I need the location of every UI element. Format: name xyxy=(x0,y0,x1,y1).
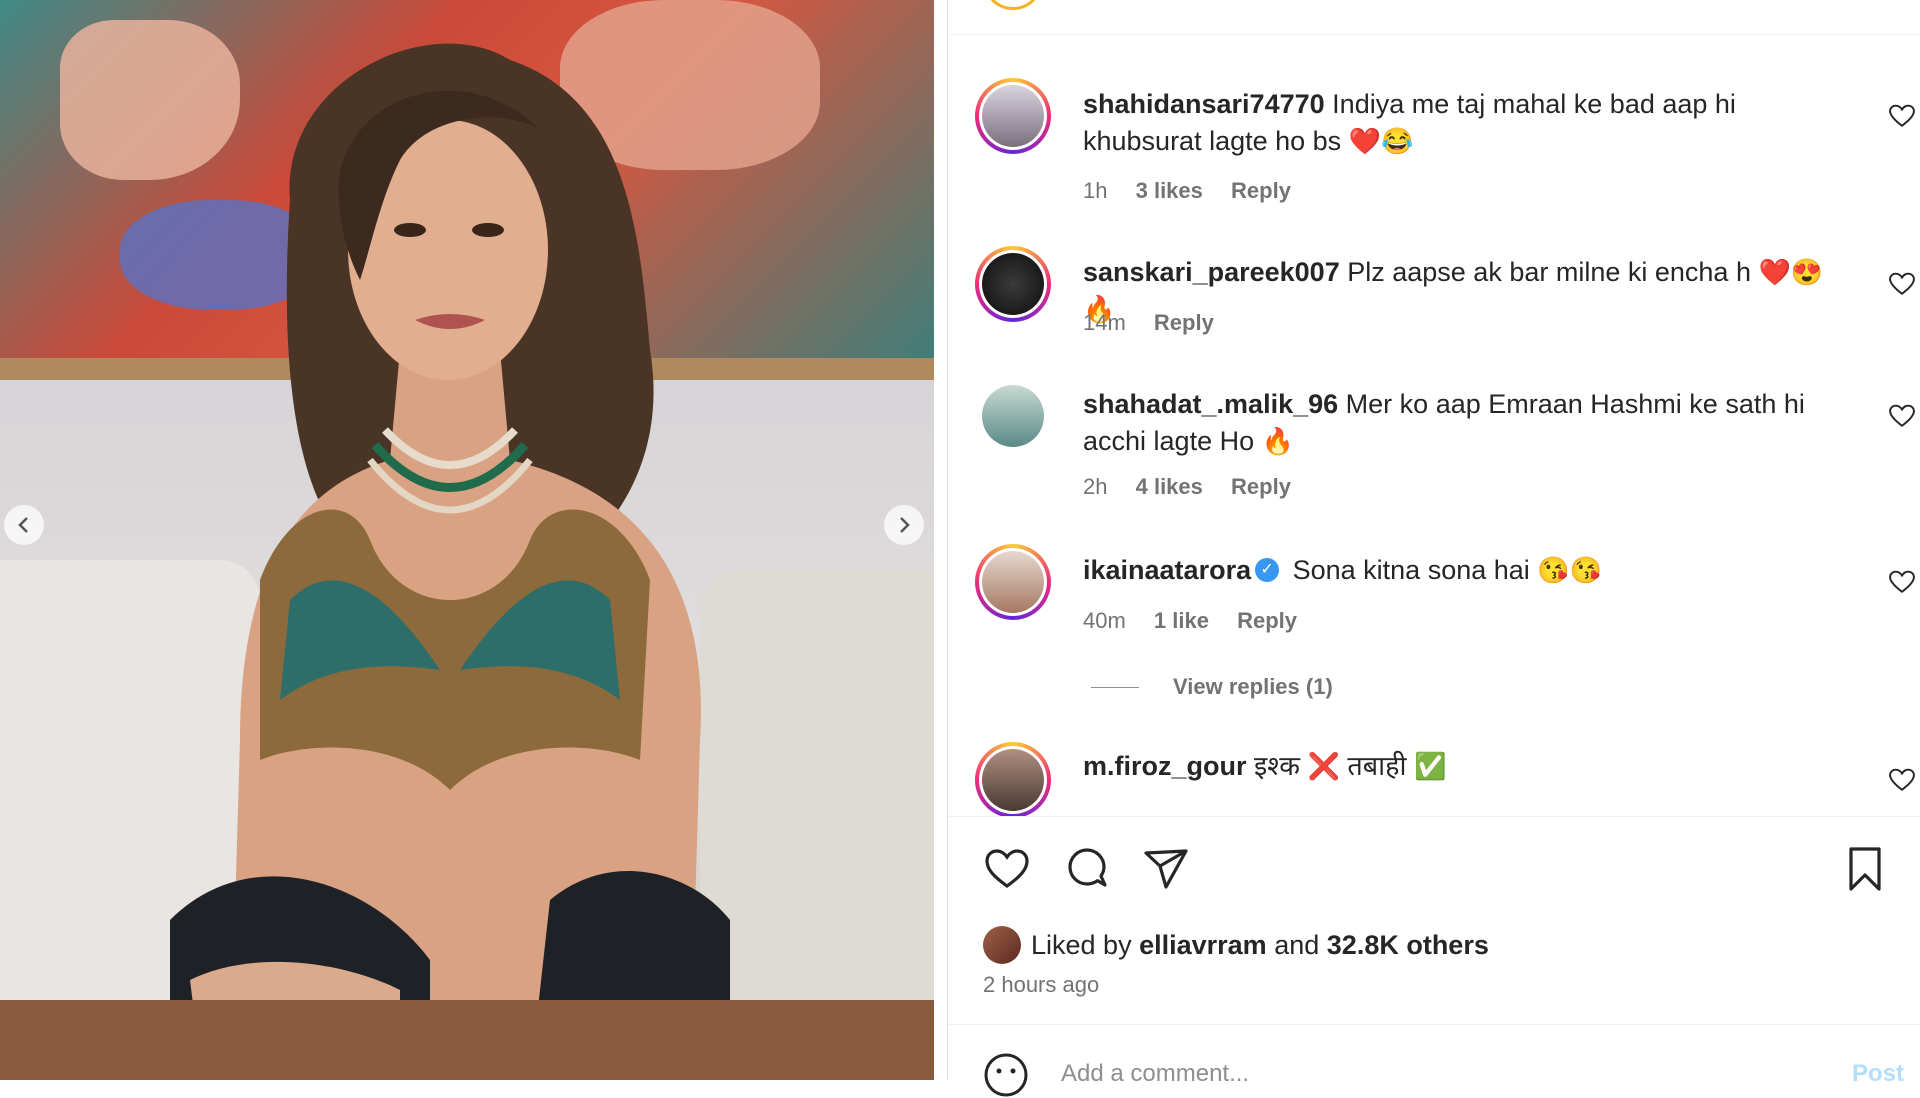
comment-meta: 2h 4 likes Reply xyxy=(1083,474,1313,500)
liked-by-avatar[interactable] xyxy=(983,926,1021,964)
comment-username[interactable]: sanskari_pareek007 xyxy=(1083,257,1340,287)
comment-username[interactable]: m.firoz_gour xyxy=(1083,751,1247,781)
comment-text: ikainaatarora ✓ Sona kitna sona hai 😘😘 xyxy=(1083,552,1853,589)
comment-username[interactable]: ikainaatarora xyxy=(1083,555,1251,585)
reply-button[interactable]: Reply xyxy=(1154,310,1214,335)
comment-time: 40m xyxy=(1083,608,1126,633)
comment-emojis: ❤️😂 xyxy=(1348,126,1414,156)
comment-text: m.firoz_gour इश्क ❌ तबाही ✅ xyxy=(1083,748,1853,785)
comment-meta: 14m Reply xyxy=(1083,310,1236,336)
comment-emojis-2: ✅ xyxy=(1414,751,1447,781)
comment-time: 1h xyxy=(1083,178,1108,203)
previous-comment-avatar[interactable] xyxy=(985,0,1041,10)
comment-emojis: 🔥 xyxy=(1261,426,1294,456)
liked-by-and: and xyxy=(1274,929,1320,960)
comment-heart-icon[interactable] xyxy=(1889,104,1915,128)
comment-heart-icon[interactable] xyxy=(1889,272,1915,296)
comment-likes[interactable]: 3 likes xyxy=(1136,178,1203,203)
emoji-icon[interactable] xyxy=(983,1052,1029,1098)
view-replies-label: View replies (1) xyxy=(1173,674,1333,699)
comment-meta: 40m 1 like Reply xyxy=(1083,608,1319,634)
comment-text: shahadat_.malik_96 Mer ko aap Emraan Has… xyxy=(1083,386,1853,460)
comment-username[interactable]: shahidansari74770 xyxy=(1083,89,1325,119)
next-photo-button[interactable] xyxy=(884,505,924,545)
view-replies-button[interactable]: View replies (1) xyxy=(1091,674,1333,700)
table-surface xyxy=(0,1000,934,1080)
chevron-right-icon xyxy=(900,517,910,533)
comment-time: 2h xyxy=(1083,474,1108,499)
post-time: 2 hours ago xyxy=(983,972,1100,997)
comment-text: shahidansari74770 Indiya me taj mahal ke… xyxy=(1083,86,1853,160)
heart-icon[interactable] xyxy=(983,845,1031,893)
portrait-figure xyxy=(170,43,730,1080)
comment-body-2: तबाही xyxy=(1347,751,1407,781)
comment-icon[interactable] xyxy=(1063,845,1111,893)
comments-panel: shahidansari74770 Indiya me taj mahal ke… xyxy=(949,0,1920,1097)
top-separator xyxy=(949,34,1920,35)
previous-photo-button[interactable] xyxy=(4,505,44,545)
liked-by-user[interactable]: elliavrram xyxy=(1139,930,1267,961)
liked-by: Liked by elliavrram and 32.8K others xyxy=(983,926,1489,964)
reply-button[interactable]: Reply xyxy=(1231,178,1291,203)
avatar[interactable] xyxy=(975,246,1051,322)
avatar[interactable] xyxy=(975,742,1051,816)
bookmark-icon[interactable] xyxy=(1841,845,1889,893)
comment-emojis: ❌ xyxy=(1307,751,1340,781)
comment-username[interactable]: shahadat_.malik_96 xyxy=(1083,389,1338,419)
liked-by-others[interactable]: 32.8K others xyxy=(1327,930,1489,961)
comment-input[interactable]: Add a comment... xyxy=(1061,1060,1249,1088)
comment-item: m.firoz_gour इश्क ❌ तबाही ✅ xyxy=(949,738,1920,816)
reply-button[interactable]: Reply xyxy=(1231,474,1291,499)
actions-separator xyxy=(949,816,1920,817)
comment-body: Sona kitna sona hai xyxy=(1292,555,1530,585)
post-button[interactable]: Post xyxy=(1852,1060,1904,1088)
comment-heart-icon[interactable] xyxy=(1889,768,1915,792)
panel-divider xyxy=(934,0,948,1080)
comment-body: इश्क xyxy=(1254,751,1300,781)
comment-heart-icon[interactable] xyxy=(1889,404,1915,428)
comment-heart-icon[interactable] xyxy=(1889,570,1915,594)
comment-likes[interactable]: 1 like xyxy=(1154,608,1209,633)
avatar[interactable] xyxy=(975,544,1051,620)
avatar[interactable] xyxy=(975,378,1051,454)
comment-body: Plz aapse ak bar milne ki encha h xyxy=(1347,257,1751,287)
post-photo[interactable] xyxy=(0,0,934,1080)
replies-line xyxy=(1091,686,1139,688)
comment-meta: 1h 3 likes Reply xyxy=(1083,178,1313,204)
liked-by-prefix: Liked by xyxy=(1031,929,1132,960)
avatar[interactable] xyxy=(975,78,1051,154)
send-icon[interactable] xyxy=(1142,845,1190,893)
comment-time: 14m xyxy=(1083,310,1126,335)
comment-emojis: 😘😘 xyxy=(1537,555,1603,585)
comment-likes[interactable]: 4 likes xyxy=(1136,474,1203,499)
chevron-left-icon xyxy=(18,517,28,533)
verified-badge-icon: ✓ xyxy=(1255,557,1280,582)
reply-button[interactable]: Reply xyxy=(1237,608,1297,633)
comment-box-separator xyxy=(949,1024,1920,1025)
